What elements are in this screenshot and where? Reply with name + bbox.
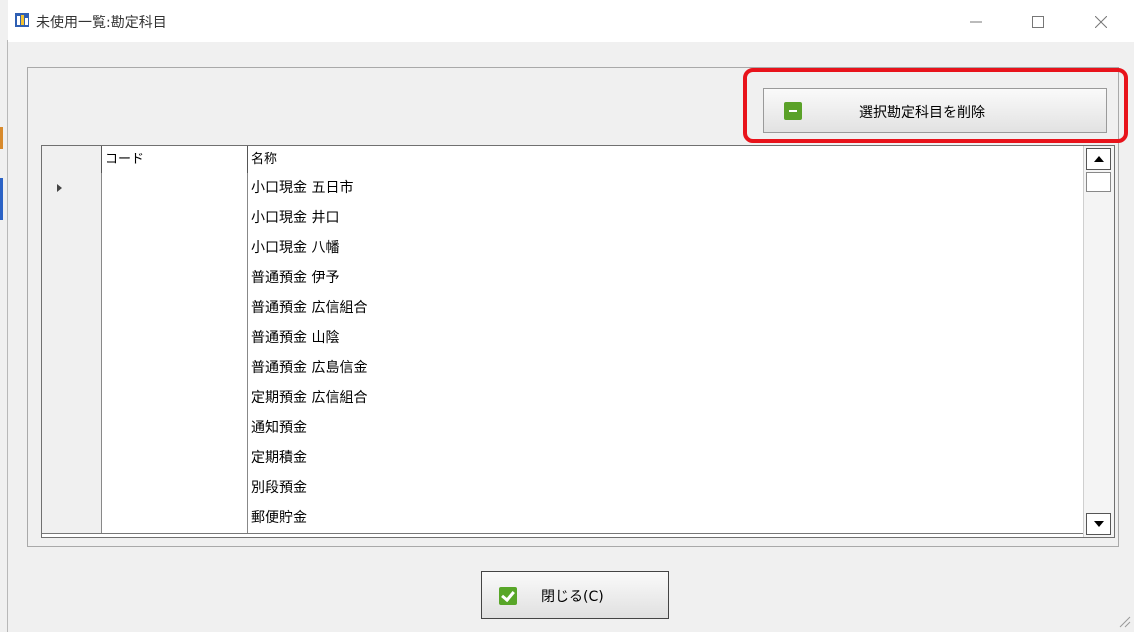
table-row[interactable]: 郵便貯金 bbox=[42, 503, 1083, 534]
code-cell[interactable] bbox=[102, 503, 248, 533]
name-cell[interactable]: 普通預金 山陰 bbox=[248, 323, 1083, 353]
code-cell[interactable] bbox=[102, 443, 248, 473]
code-cell[interactable] bbox=[102, 173, 248, 203]
title-bar: 未使用一覧:勘定科目 bbox=[8, 0, 1134, 42]
row-selector[interactable] bbox=[42, 203, 102, 233]
table-row[interactable]: 別段預金 bbox=[42, 473, 1083, 504]
minimize-icon bbox=[970, 21, 982, 22]
code-cell[interactable] bbox=[102, 263, 248, 293]
table-row[interactable]: 小口現金 五日市 bbox=[42, 173, 1083, 204]
maximize-icon bbox=[1032, 15, 1044, 28]
maximize-button[interactable] bbox=[1015, 0, 1061, 42]
code-cell[interactable] bbox=[102, 413, 248, 443]
minimize-button[interactable] bbox=[953, 0, 999, 42]
scroll-up-icon[interactable] bbox=[1086, 148, 1111, 170]
name-cell[interactable]: 小口現金 八幡 bbox=[248, 233, 1083, 263]
close-button-label: 閉じる(C) bbox=[541, 589, 604, 605]
checkmark-icon bbox=[499, 587, 517, 605]
name-cell[interactable]: 定期預金 広信組合 bbox=[248, 383, 1083, 413]
row-selector[interactable] bbox=[42, 473, 102, 503]
name-cell[interactable]: 普通預金 伊予 bbox=[248, 263, 1083, 293]
code-cell[interactable] bbox=[102, 203, 248, 233]
row-selector[interactable] bbox=[42, 173, 102, 203]
row-selector[interactable] bbox=[42, 383, 102, 413]
row-selector[interactable] bbox=[42, 353, 102, 383]
row-selector[interactable] bbox=[42, 233, 102, 263]
accounts-grid[interactable]: コード 名称 小口現金 五日市 小口現金 井口 小口現金 八幡 普通預金 伊予 普通預金… bbox=[41, 145, 1115, 538]
scroll-down-icon[interactable] bbox=[1086, 513, 1111, 535]
name-cell[interactable]: 普通預金 広島信金 bbox=[248, 353, 1083, 383]
table-row[interactable]: 通知預金 bbox=[42, 413, 1083, 444]
name-cell[interactable]: 別段預金 bbox=[248, 473, 1083, 503]
row-selector[interactable] bbox=[42, 263, 102, 293]
table-row[interactable]: 定期預金 広信組合 bbox=[42, 383, 1083, 414]
table-row[interactable]: 小口現金 井口 bbox=[42, 203, 1083, 234]
name-cell[interactable]: 郵便貯金 bbox=[248, 503, 1083, 533]
close-window-button[interactable] bbox=[1078, 0, 1124, 42]
window-title: 未使用一覧:勘定科目 bbox=[36, 15, 167, 31]
vertical-scrollbar[interactable] bbox=[1083, 146, 1114, 537]
code-cell[interactable] bbox=[102, 323, 248, 353]
table-row[interactable]: 定期積金 bbox=[42, 443, 1083, 474]
row-selector[interactable] bbox=[42, 443, 102, 473]
name-cell[interactable]: 定期積金 bbox=[248, 443, 1083, 473]
scroll-thumb[interactable] bbox=[1086, 172, 1111, 192]
name-cell[interactable]: 普通預金 広信組合 bbox=[248, 293, 1083, 323]
code-cell[interactable] bbox=[102, 293, 248, 323]
name-cell[interactable]: 通知預金 bbox=[248, 413, 1083, 443]
code-cell[interactable] bbox=[102, 233, 248, 263]
table-row[interactable]: 普通預金 伊予 bbox=[42, 263, 1083, 294]
table-row[interactable]: 普通預金 広信組合 bbox=[42, 293, 1083, 324]
close-dialog-button[interactable]: 閉じる(C) bbox=[481, 571, 669, 619]
name-cell[interactable]: 小口現金 井口 bbox=[248, 203, 1083, 233]
code-column-header[interactable]: コード bbox=[102, 146, 248, 173]
table-row[interactable]: 普通預金 山陰 bbox=[42, 323, 1083, 354]
resize-grip-icon[interactable] bbox=[1117, 614, 1131, 628]
background-window-edge bbox=[0, 0, 8, 632]
row-selector-header bbox=[42, 146, 102, 173]
grid-header: コード 名称 bbox=[42, 146, 1083, 174]
code-cell[interactable] bbox=[102, 383, 248, 413]
row-selector[interactable] bbox=[42, 293, 102, 323]
row-selector[interactable] bbox=[42, 323, 102, 353]
name-column-header[interactable]: 名称 bbox=[248, 146, 1083, 173]
current-row-arrow-icon bbox=[57, 184, 62, 192]
row-selector[interactable] bbox=[42, 503, 102, 533]
code-cell[interactable] bbox=[102, 473, 248, 503]
table-row[interactable]: 普通預金 広島信金 bbox=[42, 353, 1083, 384]
row-selector[interactable] bbox=[42, 413, 102, 443]
table-row[interactable]: 小口現金 八幡 bbox=[42, 233, 1083, 264]
name-cell[interactable]: 小口現金 五日市 bbox=[248, 173, 1083, 203]
code-cell[interactable] bbox=[102, 353, 248, 383]
app-icon bbox=[15, 13, 29, 27]
highlight-annotation bbox=[743, 68, 1128, 143]
close-icon bbox=[1094, 15, 1108, 28]
